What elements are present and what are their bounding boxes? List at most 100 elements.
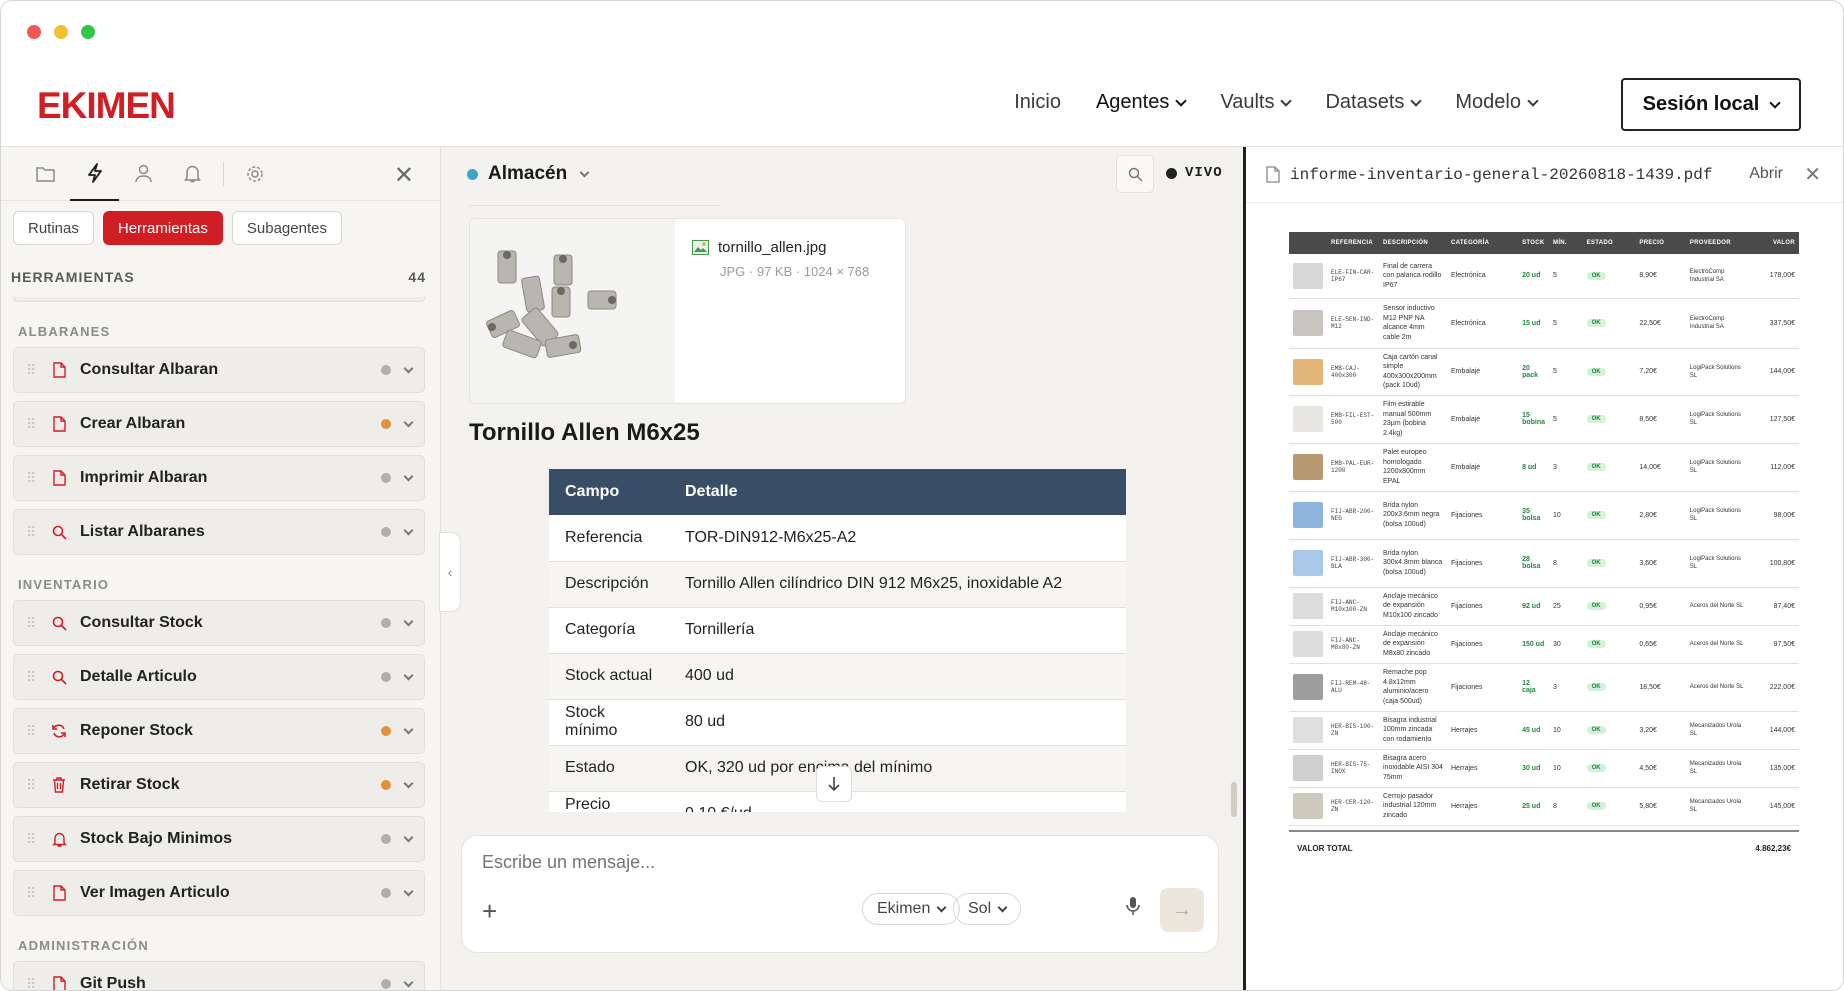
cell-stock: 28 bolsa <box>1518 539 1550 588</box>
tool-name: Reponer Stock <box>80 722 193 739</box>
field-value: 0,10 €/ud <box>669 791 1126 812</box>
model-select[interactable]: Sol <box>953 893 1022 925</box>
chevron-down-icon[interactable] <box>403 525 414 535</box>
nav-vaults[interactable]: Vaults <box>1220 91 1293 114</box>
search-button[interactable] <box>1116 155 1154 193</box>
cell-category: Herrajes <box>1447 787 1519 826</box>
tool-item[interactable]: ⠿ Consultar Albaran <box>13 347 425 393</box>
column-header: ESTADO <box>1582 232 1636 254</box>
inventory-row: FIJ-ABR-300-BLA Brida nylon 300x4.8mm bla… <box>1289 539 1799 588</box>
cell-value: 97,50€ <box>1747 625 1799 664</box>
cell-category: Electrónica <box>1447 254 1519 299</box>
cell-status: OK <box>1582 254 1636 299</box>
chevron-down-icon[interactable] <box>403 670 414 680</box>
chevron-down-icon[interactable] <box>403 363 414 373</box>
drag-handle-icon[interactable]: ⠿ <box>26 723 48 740</box>
column-header: DESCRIPCIÓN <box>1379 232 1447 254</box>
message-input[interactable] <box>482 852 1082 873</box>
gear-icon[interactable] <box>230 147 279 201</box>
session-button[interactable]: Sesión local <box>1621 78 1801 131</box>
article-image[interactable] <box>470 219 675 403</box>
ok-badge: OK <box>1586 415 1606 423</box>
cell-category: Fijaciones <box>1447 587 1519 626</box>
chat-header: Almacén VIVO <box>441 147 1243 201</box>
nav-inicio[interactable]: Inicio <box>1014 91 1061 114</box>
close-icon[interactable]: ✕ <box>1804 162 1821 187</box>
nav-agentes[interactable]: Agentes <box>1096 91 1188 114</box>
inventory-row: ELE-SEN-IND-M12 Sensor inductivo M12 PNP … <box>1289 298 1799 349</box>
drag-handle-icon[interactable]: ⠿ <box>26 885 48 902</box>
minimize-window-button[interactable] <box>54 25 68 39</box>
scrollbar-thumb[interactable] <box>1231 782 1237 817</box>
drag-handle-icon[interactable]: ⠿ <box>26 416 48 433</box>
chevron-down-icon[interactable] <box>403 616 414 626</box>
chevron-down-icon[interactable] <box>403 778 414 788</box>
drag-handle-icon[interactable]: ⠿ <box>26 362 48 379</box>
tool-item[interactable]: ⠿ Detalle Articulo <box>13 654 425 700</box>
chevron-down-icon[interactable] <box>403 471 414 481</box>
tool-item[interactable]: ⠿ Consultar Stock <box>13 600 425 646</box>
cell-stock: 20 ud <box>1518 254 1550 299</box>
column-header: PRECIO <box>1635 232 1686 254</box>
cell-minimum: 10 <box>1549 711 1583 750</box>
group-label: ADMINISTRACIÓN <box>18 938 149 953</box>
chevron-down-icon[interactable] <box>403 724 414 734</box>
chevron-down-icon <box>1769 96 1782 109</box>
tab-subagentes[interactable]: Subagentes <box>231 211 342 245</box>
column-header <box>1289 232 1327 254</box>
panel-tabs: Rutinas Herramientas Subagentes <box>1 201 440 255</box>
tab-rutinas[interactable]: Rutinas <box>13 211 94 245</box>
tool-item[interactable]: ⠿ Reponer Stock <box>13 708 425 754</box>
user-icon[interactable] <box>119 147 168 201</box>
maximize-window-button[interactable] <box>81 25 95 39</box>
field-name: Referencia <box>549 515 669 562</box>
tool-item[interactable]: ⠿ Retirar Stock <box>13 762 425 808</box>
bolt-icon[interactable] <box>70 147 119 201</box>
plus-icon[interactable]: + <box>482 896 497 927</box>
chevron-down-icon[interactable] <box>403 886 414 896</box>
cell-minimum: 5 <box>1549 298 1583 349</box>
tool-item[interactable]: ⠿ Git Push <box>13 961 425 991</box>
drag-handle-icon[interactable]: ⠿ <box>26 669 48 686</box>
tool-item[interactable]: ⠿ Imprimir Albaran <box>13 455 425 501</box>
close-window-button[interactable] <box>27 25 41 39</box>
status-dot <box>467 168 478 180</box>
tool-item[interactable]: ⠿ Listar Albaranes <box>13 509 425 555</box>
send-button[interactable]: → <box>1160 888 1204 932</box>
microphone-icon[interactable] <box>1126 896 1140 921</box>
scroll-down-button[interactable] <box>816 766 852 802</box>
cell-value: 337,50€ <box>1747 298 1799 349</box>
nav-datasets[interactable]: Datasets <box>1325 91 1423 114</box>
drag-handle-icon[interactable]: ⠿ <box>26 524 48 541</box>
image-attachment[interactable]: tornillo_allen.jpg JPG · 97 KB · 1024 × … <box>469 218 906 404</box>
status-dot <box>381 527 391 537</box>
drag-handle-icon[interactable]: ⠿ <box>26 831 48 848</box>
cell-category: Fijaciones <box>1447 491 1519 540</box>
chevron-down-icon[interactable] <box>403 832 414 842</box>
cell-minimum: 3 <box>1549 443 1583 492</box>
chat-title[interactable]: Almacén <box>488 163 567 185</box>
chevron-down-icon[interactable] <box>403 977 414 987</box>
tool-item[interactable]: ⠿ Ver Imagen Articulo <box>13 870 425 916</box>
tab-herramientas[interactable]: Herramientas <box>102 211 223 245</box>
cell-minimum: 25 <box>1549 587 1583 626</box>
tool-item[interactable]: ⠿ Crear Albaran <box>13 401 425 447</box>
cell-price: 0,95€ <box>1635 587 1686 626</box>
drag-handle-icon[interactable]: ⠿ <box>26 615 48 632</box>
nav-modelo[interactable]: Modelo <box>1455 91 1539 114</box>
bell-icon[interactable] <box>168 147 217 201</box>
chevron-down-icon[interactable] <box>579 167 590 177</box>
brand-logo[interactable]: EKIMEN <box>37 85 176 127</box>
drag-handle-icon[interactable]: ⠿ <box>26 976 48 991</box>
close-icon[interactable]: ✕ <box>394 161 414 190</box>
drag-handle-icon[interactable]: ⠿ <box>26 470 48 487</box>
open-button[interactable]: Abrir <box>1749 165 1783 183</box>
chevron-down-icon[interactable] <box>403 417 414 427</box>
cell-status: OK <box>1582 539 1636 588</box>
cell-price: 22,50€ <box>1635 298 1686 349</box>
tool-item[interactable]: ⠿ Stock Bajo Minimos <box>13 816 425 862</box>
collapse-panel-button[interactable]: ‹ <box>439 532 461 612</box>
drag-handle-icon[interactable]: ⠿ <box>26 777 48 794</box>
folder-icon[interactable] <box>21 147 70 201</box>
agent-select[interactable]: Ekimen <box>862 893 961 925</box>
